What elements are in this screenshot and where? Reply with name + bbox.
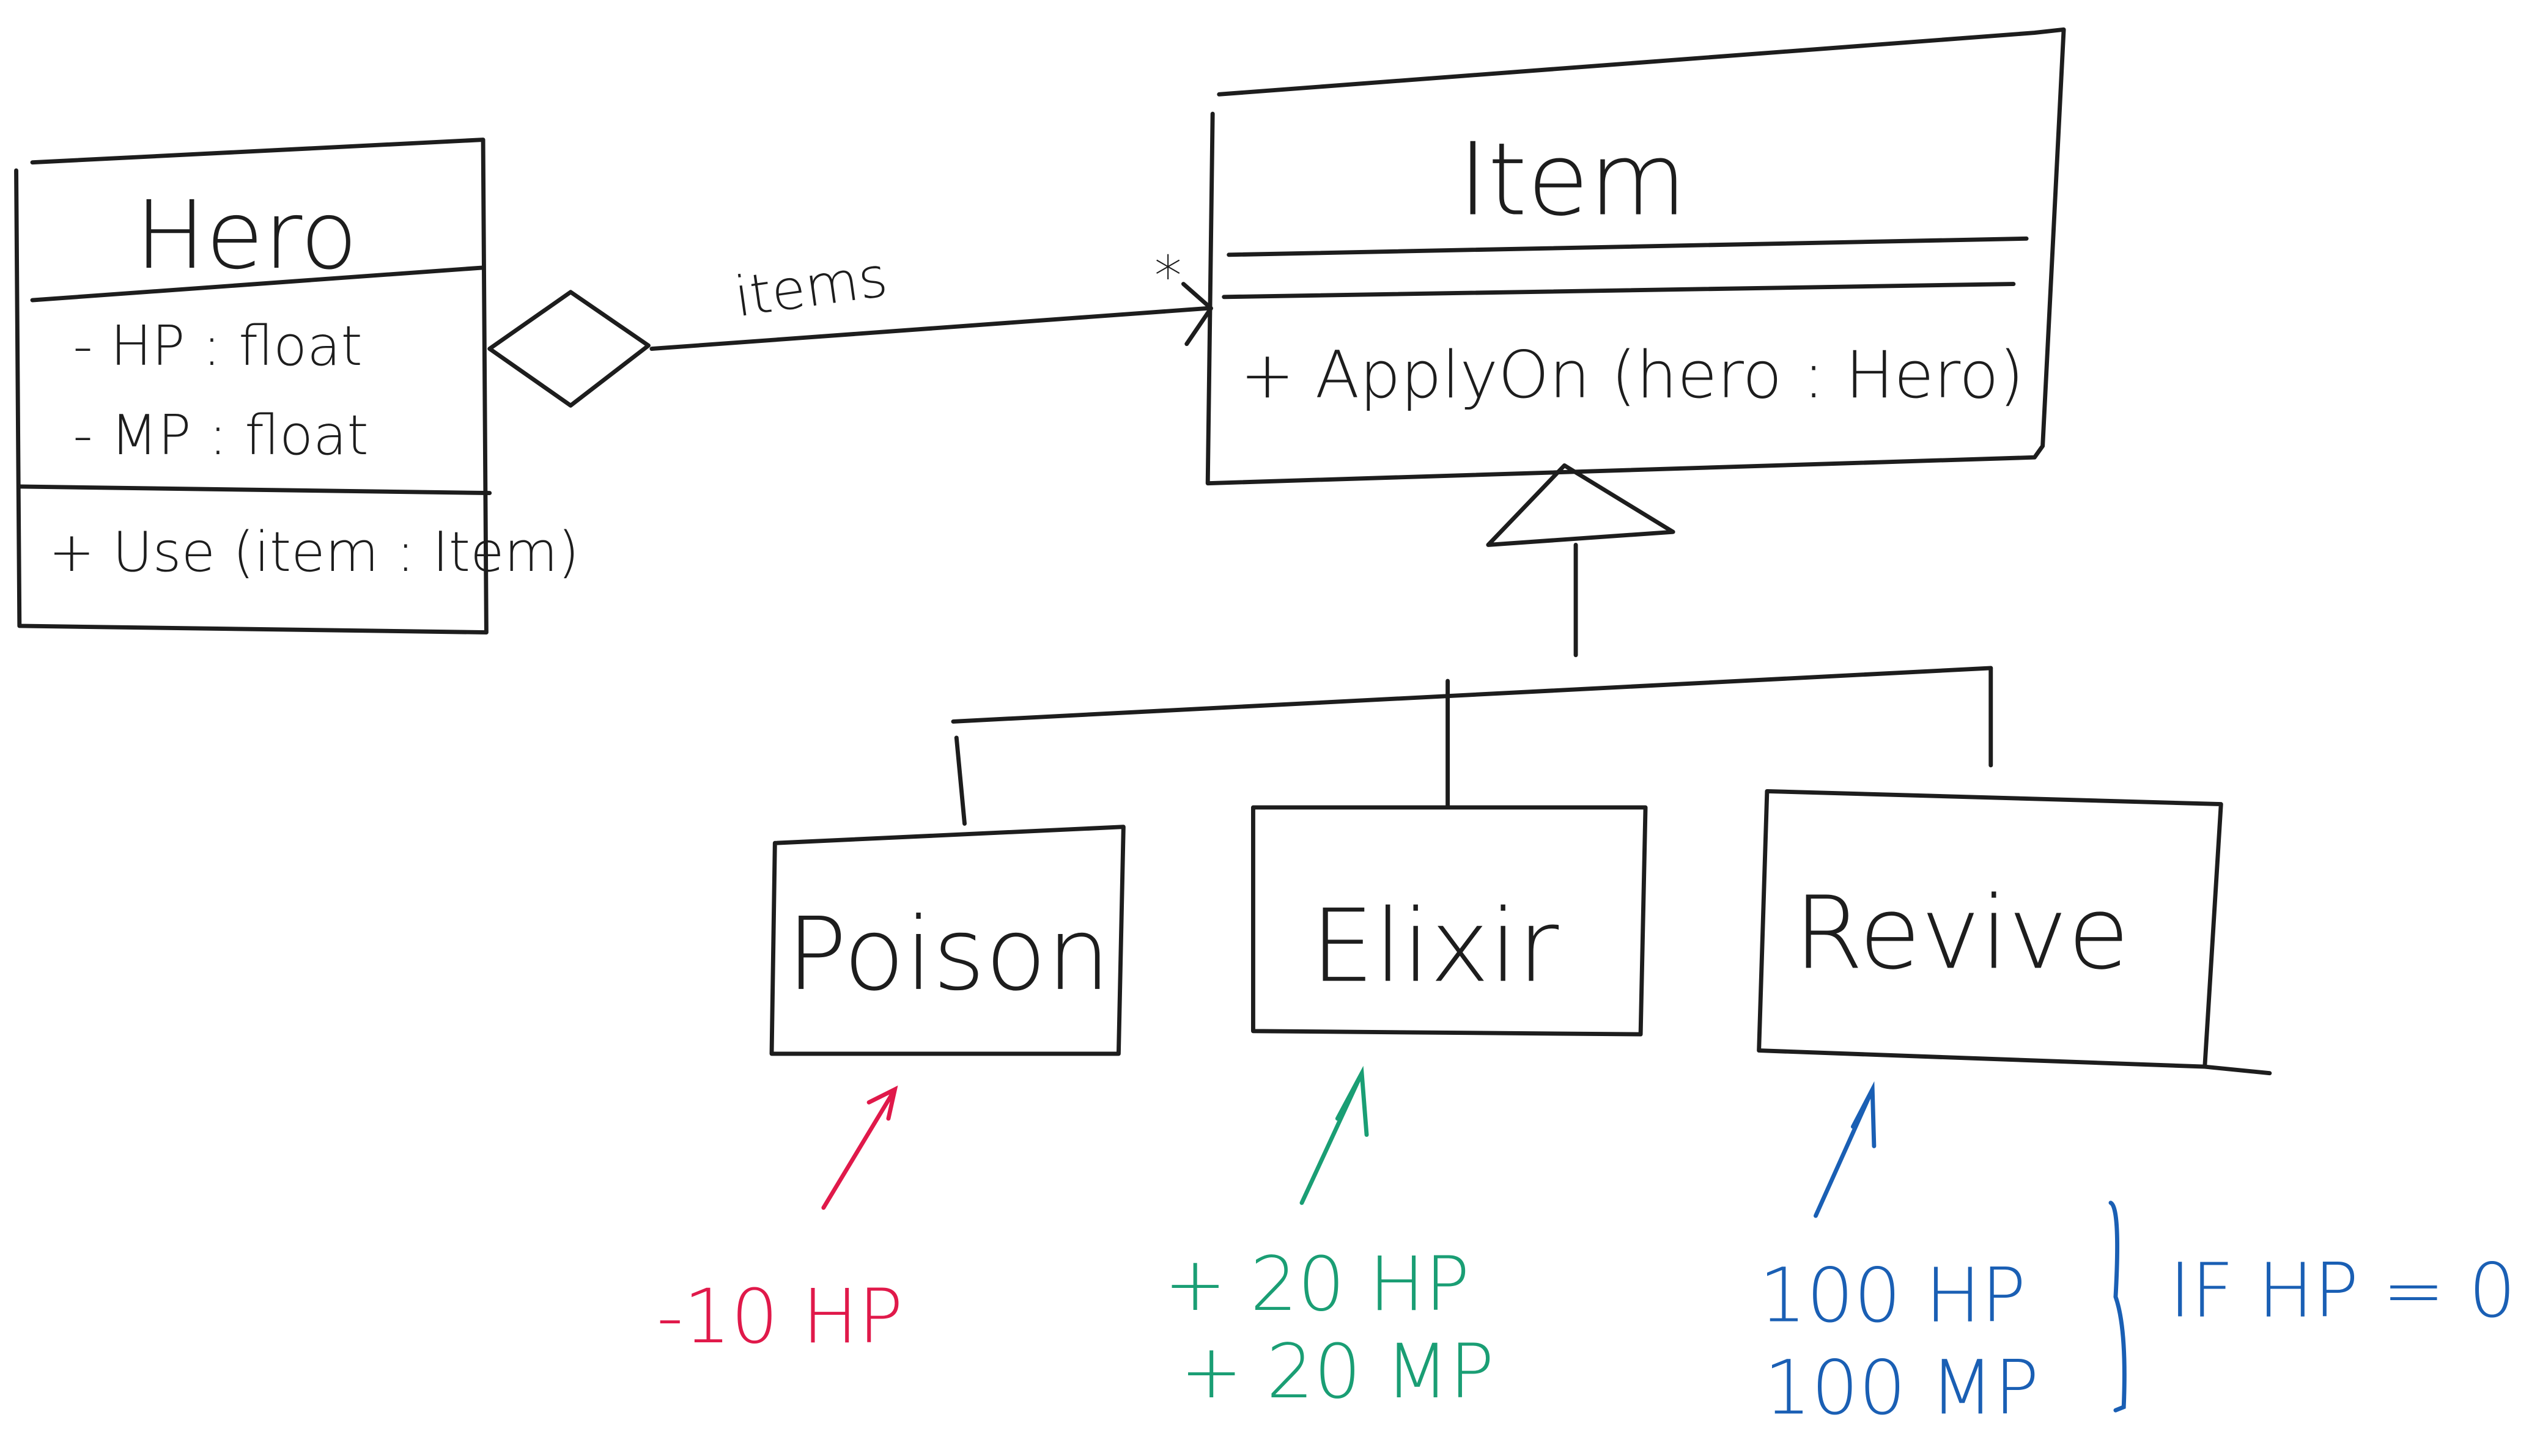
poison-class-name: Poison bbox=[786, 895, 1110, 1013]
aggregation-diamond-icon bbox=[487, 290, 651, 408]
revive-note-hp: 100 HP bbox=[1759, 1252, 2026, 1339]
hero-method-use: + Use (item : Item) bbox=[49, 520, 580, 584]
revive-class-box: Revive bbox=[1757, 789, 2272, 1076]
revive-note-condition: IF HP = 0 bbox=[2169, 1247, 2516, 1334]
revive-note: 100 HP 100 MP IF HP = 0 bbox=[1759, 1081, 2516, 1431]
poison-note-effect: -10 HP bbox=[657, 1273, 903, 1360]
elixir-note-mp: + 20 MP bbox=[1180, 1328, 1494, 1415]
item-method-applyon: + ApplyOn (hero : Hero) bbox=[1240, 338, 2024, 413]
item-class-box: Item + ApplyOn (hero : Hero) bbox=[1205, 27, 2066, 486]
brace-icon bbox=[2108, 1200, 2127, 1413]
revive-note-mp: 100 MP bbox=[1764, 1344, 2039, 1431]
inheritance-hierarchy bbox=[951, 463, 1993, 826]
inheritance-triangle-icon bbox=[1486, 463, 1675, 547]
elixir-class-name: Elixir bbox=[1311, 888, 1559, 1005]
aggregation-association: items * bbox=[487, 245, 1213, 408]
item-class-name: Item bbox=[1458, 121, 1687, 238]
elixir-class-box: Elixir bbox=[1250, 805, 1648, 1037]
poison-class-box: Poison bbox=[769, 825, 1126, 1056]
arrow-up-icon bbox=[1813, 1081, 1877, 1218]
hero-attribute-mp: - MP : float bbox=[73, 403, 368, 468]
elixir-note-hp: + 20 HP bbox=[1164, 1241, 1470, 1328]
hero-attribute-hp: - HP : float bbox=[73, 314, 362, 378]
association-multiplicity: * bbox=[1154, 245, 1182, 309]
arrow-up-icon bbox=[1299, 1065, 1369, 1205]
elixir-note: + 20 HP + 20 MP bbox=[1164, 1065, 1494, 1415]
hero-class-box: Hero - HP : float - MP : float + Use (it… bbox=[14, 138, 580, 635]
association-label: items bbox=[731, 245, 892, 330]
uml-diagram: Hero - HP : float - MP : float + Use (it… bbox=[14, 27, 2516, 1431]
hero-class-name: Hero bbox=[135, 181, 358, 290]
revive-class-name: Revive bbox=[1793, 874, 2129, 991]
arrow-up-icon bbox=[821, 1085, 898, 1210]
poison-note: -10 HP bbox=[657, 1085, 903, 1360]
arrow-head-icon bbox=[1181, 282, 1213, 347]
